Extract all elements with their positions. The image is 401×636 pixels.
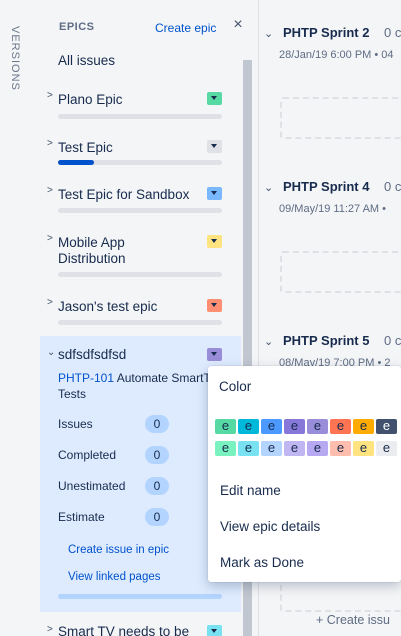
epic-item[interactable]: > Jason's test epic bbox=[40, 289, 241, 329]
epic-progress-bar bbox=[58, 320, 222, 325]
chevron-down-icon[interactable]: ⌄ bbox=[264, 27, 273, 40]
epic-item[interactable]: > Mobile App Distribution bbox=[40, 225, 241, 280]
color-swatch[interactable]: e bbox=[261, 419, 282, 434]
color-swatch[interactable]: e bbox=[238, 419, 259, 434]
mark-as-done-menu-item[interactable]: Mark as Done bbox=[220, 555, 390, 570]
color-swatch[interactable]: e bbox=[330, 419, 351, 434]
color-swatch[interactable]: e bbox=[307, 441, 328, 456]
stat-label-issues: Issues bbox=[58, 417, 93, 431]
color-swatch[interactable]: e bbox=[353, 419, 374, 434]
epic-progress-bar bbox=[58, 594, 222, 599]
epic-progress-bar bbox=[58, 114, 222, 119]
view-linked-pages-link[interactable]: View linked pages bbox=[68, 571, 161, 583]
chevron-right-icon[interactable]: > bbox=[47, 624, 53, 635]
epic-color-button[interactable] bbox=[207, 625, 222, 636]
create-issue-in-epic-link[interactable]: Create issue in epic bbox=[68, 544, 169, 556]
stat-badge-estimate: 0 bbox=[145, 508, 169, 526]
chevron-down-icon[interactable]: ⌄ bbox=[47, 347, 55, 358]
epic-color-button[interactable] bbox=[207, 92, 222, 105]
issue-key-link[interactable]: PHTP-101 bbox=[58, 371, 114, 385]
epic-item[interactable]: > Test Epic bbox=[40, 130, 241, 170]
color-swatch[interactable]: e bbox=[284, 419, 305, 434]
sprint-name: PHTP Sprint 4 bbox=[283, 179, 370, 194]
epic-progress-fill bbox=[58, 160, 95, 165]
color-swatch[interactable]: e bbox=[353, 441, 374, 456]
epic-name: Jason's test epic bbox=[58, 299, 158, 314]
color-swatch[interactable]: e bbox=[215, 419, 236, 434]
chevron-down-icon[interactable]: ⌄ bbox=[264, 335, 273, 348]
close-icon[interactable]: × bbox=[231, 16, 245, 34]
chevron-down-icon[interactable]: ⌄ bbox=[264, 181, 273, 194]
color-swatch-row: eeeeeeee bbox=[215, 419, 397, 434]
epic-name: Smart TV needs to be bbox=[58, 624, 190, 636]
create-epic-button[interactable]: Create epic bbox=[155, 21, 216, 35]
color-swatch[interactable]: e bbox=[261, 441, 282, 456]
view-epic-details-menu-item[interactable]: View epic details bbox=[220, 519, 390, 534]
epic-name: Test Epic bbox=[58, 140, 113, 155]
sprint-dates: 09/May/19 11:27 AM • bbox=[279, 203, 386, 215]
chevron-right-icon[interactable]: > bbox=[47, 90, 53, 101]
sprint-dates: 28/Jan/19 6:00 PM • 04 bbox=[279, 49, 394, 61]
epic-color-button[interactable] bbox=[207, 235, 222, 248]
epic-name: Mobile App Distribution bbox=[58, 235, 126, 266]
chevron-right-icon[interactable]: > bbox=[47, 185, 53, 196]
color-swatch[interactable]: e bbox=[307, 419, 328, 434]
create-issue-button[interactable]: + Create issu bbox=[316, 613, 390, 627]
color-swatch[interactable]: e bbox=[284, 441, 305, 456]
epic-name: sdfsdfsdfsd bbox=[58, 347, 127, 362]
epic-progress-bar bbox=[58, 160, 222, 165]
all-issues-item[interactable]: All issues bbox=[58, 53, 115, 68]
sprint-name: PHTP Sprint 2 bbox=[283, 25, 370, 40]
epic-color-button[interactable] bbox=[207, 299, 222, 312]
sprint-issue-count: 0 c bbox=[384, 25, 401, 40]
epic-item[interactable]: > Plano Epic bbox=[40, 82, 241, 119]
chevron-right-icon[interactable]: > bbox=[47, 297, 53, 308]
epic-name: Plano Epic bbox=[58, 92, 123, 107]
sprint-empty-dropzone bbox=[280, 97, 401, 139]
epic-name: Test Epic for Sandbox bbox=[58, 187, 190, 202]
stat-label-unestimated: Unestimated bbox=[58, 479, 126, 493]
sprint-issue-count: 0 c bbox=[384, 179, 401, 194]
epic-color-button[interactable] bbox=[207, 140, 222, 153]
color-swatch[interactable]: e bbox=[215, 441, 236, 456]
epics-header: EPICS Create epic × bbox=[40, 0, 252, 40]
stat-badge-completed: 0 bbox=[145, 446, 169, 464]
color-swatch[interactable]: e bbox=[238, 441, 259, 456]
epic-color-button[interactable] bbox=[207, 187, 222, 200]
chevron-right-icon[interactable]: > bbox=[47, 138, 53, 149]
sprint-issue-count: 0 c bbox=[384, 333, 401, 348]
epic-color-menu: Color eeeeeeee eeeeeeee Edit name View e… bbox=[208, 366, 401, 582]
edit-name-menu-item[interactable]: Edit name bbox=[220, 483, 390, 498]
stat-badge-unestimated: 0 bbox=[145, 477, 169, 495]
epic-item[interactable]: > Test Epic for Sandbox bbox=[40, 177, 241, 217]
color-swatch[interactable]: e bbox=[376, 419, 397, 434]
epic-item[interactable]: > Smart TV needs to be bbox=[40, 616, 241, 636]
epic-color-button[interactable] bbox=[207, 348, 222, 361]
color-swatch[interactable]: e bbox=[376, 441, 397, 456]
sprint-empty-dropzone bbox=[280, 251, 401, 293]
stat-badge-issues: 0 bbox=[145, 415, 169, 433]
color-menu-title: Color bbox=[219, 379, 252, 394]
color-swatch-row: eeeeeeee bbox=[215, 441, 397, 456]
epics-title: EPICS bbox=[59, 21, 95, 33]
stat-label-estimate: Estimate bbox=[58, 510, 105, 524]
epic-progress-bar bbox=[58, 208, 222, 213]
versions-strip[interactable]: VERSIONS bbox=[0, 0, 40, 636]
chevron-right-icon[interactable]: > bbox=[47, 233, 53, 244]
stat-label-completed: Completed bbox=[58, 448, 117, 462]
color-swatch[interactable]: e bbox=[330, 441, 351, 456]
versions-label[interactable]: VERSIONS bbox=[9, 26, 21, 91]
epic-progress-bar bbox=[58, 272, 222, 277]
sprint-name: PHTP Sprint 5 bbox=[283, 333, 370, 348]
